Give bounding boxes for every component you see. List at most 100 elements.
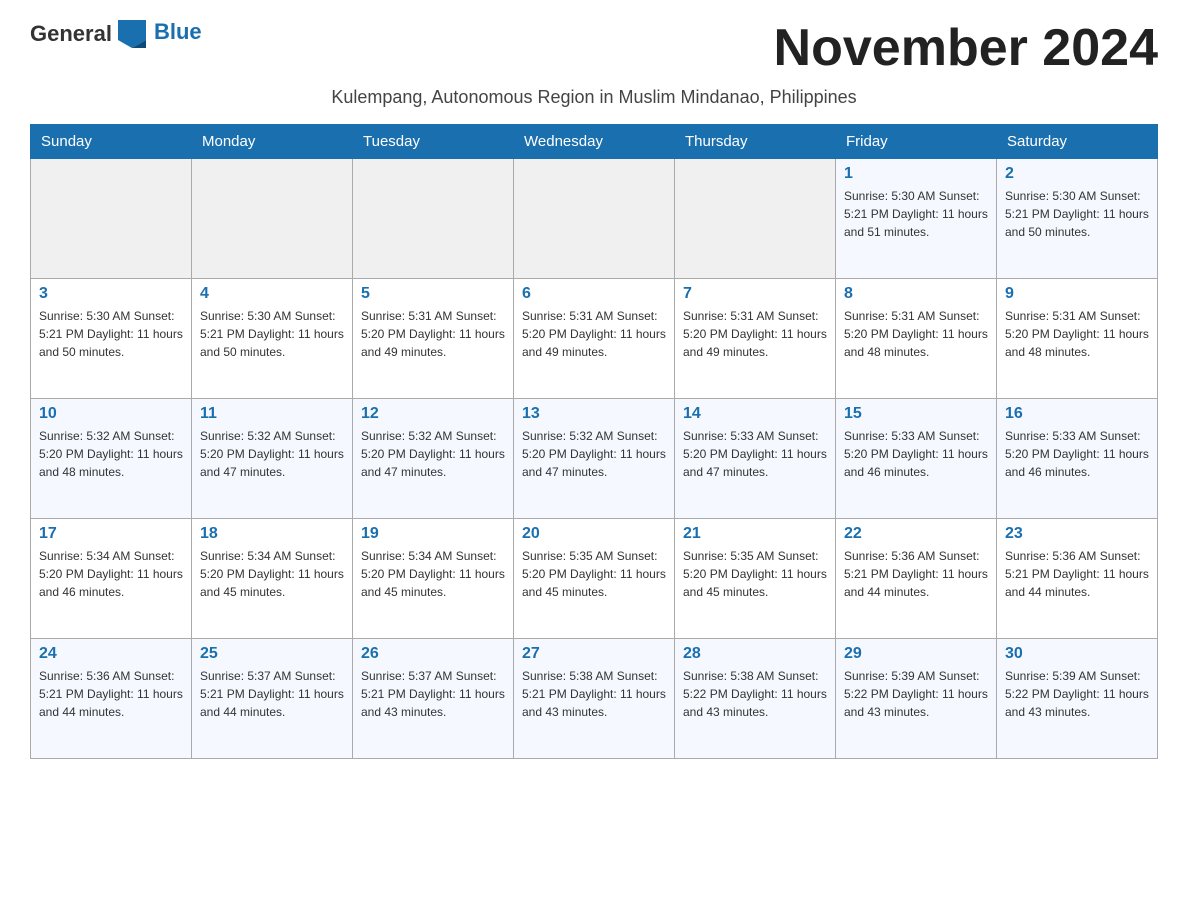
day-number: 24 — [39, 645, 183, 663]
logo-text-general: General — [30, 21, 112, 47]
day-info: Sunrise: 5:38 AM Sunset: 5:22 PM Dayligh… — [683, 667, 827, 721]
day-number: 6 — [522, 285, 666, 303]
day-info: Sunrise: 5:33 AM Sunset: 5:20 PM Dayligh… — [844, 427, 988, 481]
calendar-cell — [192, 159, 353, 279]
day-info: Sunrise: 5:36 AM Sunset: 5:21 PM Dayligh… — [39, 667, 183, 721]
day-header-wednesday: Wednesday — [514, 125, 675, 159]
page-header: General Blue November 2024 — [30, 20, 1158, 77]
calendar-cell: 27 Sunrise: 5:38 AM Sunset: 5:21 PM Dayli… — [514, 639, 675, 759]
day-number: 29 — [844, 645, 988, 663]
calendar-cell: 17 Sunrise: 5:34 AM Sunset: 5:20 PM Dayli… — [31, 519, 192, 639]
logo-text-blue: Blue — [154, 19, 202, 45]
calendar-cell: 1 Sunrise: 5:30 AM Sunset: 5:21 PM Daylig… — [836, 159, 997, 279]
calendar-cell: 16Sunrise: 5:33 AM Sunset: 5:20 PM Dayli… — [997, 399, 1158, 519]
calendar-cell: 9 Sunrise: 5:31 AM Sunset: 5:20 PM Daylig… — [997, 279, 1158, 399]
day-info: Sunrise: 5:36 AM Sunset: 5:21 PM Dayligh… — [1005, 547, 1149, 601]
calendar-cell: 13Sunrise: 5:32 AM Sunset: 5:20 PM Dayli… — [514, 399, 675, 519]
day-number: 9 — [1005, 285, 1149, 303]
calendar-cell: 14Sunrise: 5:33 AM Sunset: 5:20 PM Dayli… — [675, 399, 836, 519]
calendar-cell: 12 Sunrise: 5:32 AM Sunset: 5:20 PM Dayli… — [353, 399, 514, 519]
calendar-cell — [514, 159, 675, 279]
day-number: 12 — [361, 405, 505, 423]
day-info: Sunrise: 5:35 AM Sunset: 5:20 PM Dayligh… — [522, 547, 666, 601]
day-info: Sunrise: 5:35 AM Sunset: 5:20 PM Dayligh… — [683, 547, 827, 601]
day-info: Sunrise: 5:39 AM Sunset: 5:22 PM Dayligh… — [1005, 667, 1149, 721]
calendar-cell: 28 Sunrise: 5:38 AM Sunset: 5:22 PM Dayli… — [675, 639, 836, 759]
day-info: Sunrise: 5:32 AM Sunset: 5:20 PM Dayligh… — [361, 427, 505, 481]
day-info: Sunrise: 5:31 AM Sunset: 5:20 PM Dayligh… — [522, 307, 666, 361]
day-number: 7 — [683, 285, 827, 303]
day-info: Sunrise: 5:37 AM Sunset: 5:21 PM Dayligh… — [361, 667, 505, 721]
day-number: 19 — [361, 525, 505, 543]
calendar-cell: 24 Sunrise: 5:36 AM Sunset: 5:21 PM Dayli… — [31, 639, 192, 759]
day-header-tuesday: Tuesday — [353, 125, 514, 159]
calendar-cell: 6 Sunrise: 5:31 AM Sunset: 5:20 PM Daylig… — [514, 279, 675, 399]
day-number: 22 — [844, 525, 988, 543]
day-number: 18 — [200, 525, 344, 543]
calendar-cell: 11Sunrise: 5:32 AM Sunset: 5:20 PM Dayli… — [192, 399, 353, 519]
day-info: Sunrise: 5:30 AM Sunset: 5:21 PM Dayligh… — [200, 307, 344, 361]
calendar: SundayMondayTuesdayWednesdayThursdayFrid… — [30, 124, 1158, 759]
subtitle: Kulempang, Autonomous Region in Muslim M… — [30, 87, 1158, 108]
day-info: Sunrise: 5:33 AM Sunset: 5:20 PM Dayligh… — [1005, 427, 1149, 481]
calendar-cell: 19 Sunrise: 5:34 AM Sunset: 5:20 PM Dayli… — [353, 519, 514, 639]
calendar-cell: 18 Sunrise: 5:34 AM Sunset: 5:20 PM Dayli… — [192, 519, 353, 639]
day-info: Sunrise: 5:33 AM Sunset: 5:20 PM Dayligh… — [683, 427, 827, 481]
day-number: 20 — [522, 525, 666, 543]
calendar-cell: 30 Sunrise: 5:39 AM Sunset: 5:22 PM Dayli… — [997, 639, 1158, 759]
day-info: Sunrise: 5:38 AM Sunset: 5:21 PM Dayligh… — [522, 667, 666, 721]
day-info: Sunrise: 5:34 AM Sunset: 5:20 PM Dayligh… — [200, 547, 344, 601]
day-number: 2 — [1005, 165, 1149, 183]
day-info: Sunrise: 5:34 AM Sunset: 5:20 PM Dayligh… — [39, 547, 183, 601]
calendar-cell: 8 Sunrise: 5:31 AM Sunset: 5:20 PM Daylig… — [836, 279, 997, 399]
day-header-friday: Friday — [836, 125, 997, 159]
day-info: Sunrise: 5:31 AM Sunset: 5:20 PM Dayligh… — [683, 307, 827, 361]
day-info: Sunrise: 5:34 AM Sunset: 5:20 PM Dayligh… — [361, 547, 505, 601]
day-header-monday: Monday — [192, 125, 353, 159]
day-number: 28 — [683, 645, 827, 663]
calendar-cell — [353, 159, 514, 279]
calendar-cell: 25 Sunrise: 5:37 AM Sunset: 5:21 PM Dayli… — [192, 639, 353, 759]
calendar-cell: 3Sunrise: 5:30 AM Sunset: 5:21 PM Daylig… — [31, 279, 192, 399]
day-number: 4 — [200, 285, 344, 303]
day-number: 11 — [200, 405, 344, 423]
day-number: 27 — [522, 645, 666, 663]
calendar-cell: 15 Sunrise: 5:33 AM Sunset: 5:20 PM Dayli… — [836, 399, 997, 519]
day-number: 21 — [683, 525, 827, 543]
calendar-table: SundayMondayTuesdayWednesdayThursdayFrid… — [30, 124, 1158, 759]
week-row-3: 10 Sunrise: 5:32 AM Sunset: 5:20 PM Dayli… — [31, 399, 1158, 519]
calendar-cell: 26 Sunrise: 5:37 AM Sunset: 5:21 PM Dayli… — [353, 639, 514, 759]
day-info: Sunrise: 5:37 AM Sunset: 5:21 PM Dayligh… — [200, 667, 344, 721]
calendar-cell — [31, 159, 192, 279]
day-number: 10 — [39, 405, 183, 423]
calendar-cell: 23 Sunrise: 5:36 AM Sunset: 5:21 PM Dayli… — [997, 519, 1158, 639]
day-info: Sunrise: 5:31 AM Sunset: 5:20 PM Dayligh… — [844, 307, 988, 361]
calendar-cell: 7 Sunrise: 5:31 AM Sunset: 5:20 PM Daylig… — [675, 279, 836, 399]
calendar-cell — [675, 159, 836, 279]
day-number: 23 — [1005, 525, 1149, 543]
day-header-saturday: Saturday — [997, 125, 1158, 159]
day-number: 26 — [361, 645, 505, 663]
day-number: 30 — [1005, 645, 1149, 663]
day-number: 25 — [200, 645, 344, 663]
day-header-sunday: Sunday — [31, 125, 192, 159]
days-header-row: SundayMondayTuesdayWednesdayThursdayFrid… — [31, 125, 1158, 159]
day-info: Sunrise: 5:30 AM Sunset: 5:21 PM Dayligh… — [844, 187, 988, 241]
day-info: Sunrise: 5:32 AM Sunset: 5:20 PM Dayligh… — [39, 427, 183, 481]
day-info: Sunrise: 5:30 AM Sunset: 5:21 PM Dayligh… — [1005, 187, 1149, 241]
day-number: 13 — [522, 405, 666, 423]
calendar-cell: 21 Sunrise: 5:35 AM Sunset: 5:20 PM Dayli… — [675, 519, 836, 639]
day-info: Sunrise: 5:39 AM Sunset: 5:22 PM Dayligh… — [844, 667, 988, 721]
logo-icon — [118, 20, 146, 48]
week-row-1: 1 Sunrise: 5:30 AM Sunset: 5:21 PM Daylig… — [31, 159, 1158, 279]
day-info: Sunrise: 5:31 AM Sunset: 5:20 PM Dayligh… — [1005, 307, 1149, 361]
day-number: 17 — [39, 525, 183, 543]
day-number: 1 — [844, 165, 988, 183]
day-header-thursday: Thursday — [675, 125, 836, 159]
day-info: Sunrise: 5:31 AM Sunset: 5:20 PM Dayligh… — [361, 307, 505, 361]
logo: General Blue — [30, 20, 202, 48]
title-block: November 2024 — [774, 20, 1158, 77]
day-number: 8 — [844, 285, 988, 303]
calendar-cell: 4 Sunrise: 5:30 AM Sunset: 5:21 PM Daylig… — [192, 279, 353, 399]
day-number: 15 — [844, 405, 988, 423]
